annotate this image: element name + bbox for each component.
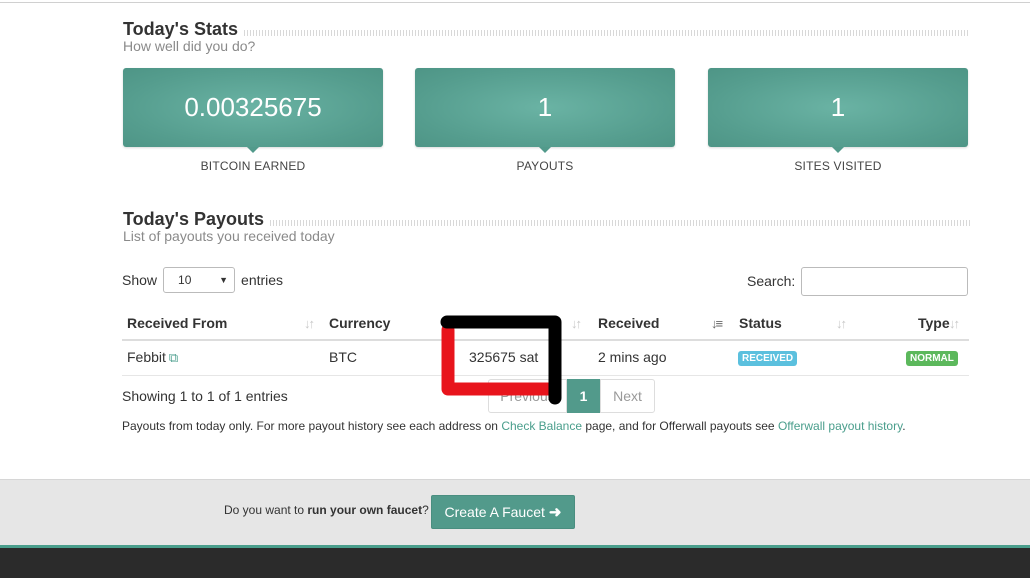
sort-icon[interactable]: ↓↑	[304, 316, 315, 331]
next-button[interactable]: Next	[600, 379, 655, 413]
stat-value: 1	[537, 92, 553, 122]
sort-desc-icon[interactable]: ↓≡	[711, 316, 723, 331]
payouts-title: Today's Payouts	[123, 209, 264, 229]
sort-icon[interactable]: ↓↑	[571, 316, 582, 331]
note-text: .	[902, 419, 906, 433]
offerwall-history-link[interactable]: Offerwall payout history	[778, 419, 902, 433]
payouts-table: Received From ↓↑ Currency ↓↑ Received ↓≡…	[122, 307, 969, 376]
cell-amount: 325675 sat	[469, 349, 539, 365]
payout-note: Payouts from today only. For more payout…	[122, 419, 906, 433]
cell-received-from[interactable]: Febbit ⧉	[127, 349, 178, 366]
stat-value: 1	[830, 92, 846, 122]
footer-dark-bar	[0, 548, 1030, 578]
stats-header: Today's Stats How well did you do?	[123, 19, 970, 54]
cell-currency: BTC	[329, 349, 357, 365]
create-faucet-label: Create A Faucet	[444, 504, 545, 520]
col-currency[interactable]: Currency	[329, 315, 390, 331]
stat-bitcoin-earned: 0.00325675	[123, 68, 383, 153]
entries-select[interactable]: 10 ▼	[163, 267, 236, 293]
stats-subtitle: How well did you do?	[123, 38, 256, 54]
search-input[interactable]	[801, 267, 968, 296]
stat-label: PAYOUTS	[516, 159, 574, 173]
pagination: Previous 1 Next	[488, 379, 655, 413]
sort-icon[interactable]: ↓↑	[949, 316, 960, 331]
note-text: page, and for Offerwall payouts see	[582, 419, 778, 433]
cta-prefix: Do you want to	[224, 503, 308, 517]
check-balance-link[interactable]: Check Balance	[501, 419, 582, 433]
col-received[interactable]: Received	[598, 315, 659, 331]
stat-label: BITCOIN EARNED	[200, 159, 306, 173]
entries-select-value: 10	[178, 273, 192, 287]
sort-icon[interactable]: ↓↑	[836, 316, 847, 331]
page-1-button[interactable]: 1	[567, 379, 600, 413]
cta-text: Do you want to run your own faucet?	[224, 503, 429, 517]
stat-sites-visited: 1	[708, 68, 968, 153]
payouts-subtitle: List of payouts you received today	[123, 228, 335, 244]
arrow-right-icon: ➜	[548, 504, 562, 521]
payouts-header: Today's Payouts List of payouts you rece…	[123, 209, 970, 244]
status-badge: RECEIVED	[738, 351, 798, 366]
cta-emphasis: run your own faucet	[307, 503, 423, 517]
previous-button[interactable]: Previous	[488, 379, 567, 413]
col-status[interactable]: Status	[739, 315, 782, 331]
create-faucet-button[interactable]: Create A Faucet ➜	[431, 495, 575, 529]
type-badge: NORMAL	[906, 351, 958, 366]
source-link[interactable]: Febbit	[127, 349, 166, 365]
stats-title: Today's Stats	[123, 19, 238, 39]
note-text: Payouts from today only. For more payout…	[122, 419, 502, 433]
search-label: Search:	[747, 273, 796, 289]
entries-length-control: Show 10 ▼ entries	[122, 267, 283, 293]
cell-received-time: 2 mins ago	[598, 349, 667, 365]
top-divider	[0, 2, 1030, 3]
header-stripes	[243, 29, 970, 36]
table-header-row: Received From ↓↑ Currency ↓↑ Received ↓≡…	[122, 307, 969, 341]
stat-label: SITES VISITED	[794, 159, 882, 173]
external-link-icon[interactable]: ⧉	[169, 350, 178, 365]
table-row: Febbit ⧉ BTC 325675 sat 2 mins ago RECEIV…	[122, 341, 969, 376]
dropdown-caret-icon: ▼	[219, 275, 229, 285]
col-type[interactable]: Type	[918, 315, 950, 331]
stat-payouts: 1	[415, 68, 675, 153]
col-received-from[interactable]: Received From	[127, 315, 227, 331]
cta-suffix: ?	[422, 503, 429, 517]
header-stripes	[270, 219, 970, 226]
show-label: Show	[122, 272, 158, 288]
entries-label: entries	[241, 272, 284, 288]
table-info: Showing 1 to 1 of 1 entries	[122, 388, 288, 404]
stat-value: 0.00325675	[184, 92, 322, 122]
